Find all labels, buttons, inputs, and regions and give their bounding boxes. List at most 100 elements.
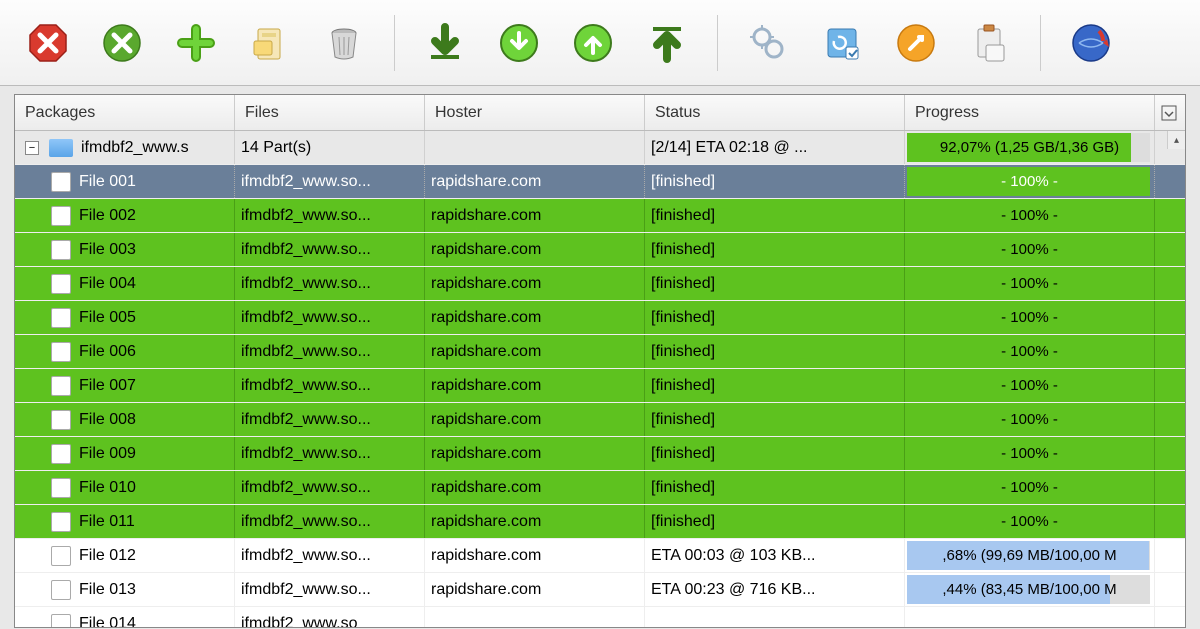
upload-button[interactable] — [639, 15, 695, 71]
scroll-up-button[interactable]: ▴ — [1167, 131, 1185, 149]
file-name: File 001 — [79, 173, 136, 191]
file-row[interactable]: File 004ifmdbf2_www.so...rapidshare.com[… — [15, 267, 1185, 301]
file-icon — [51, 376, 71, 396]
file-hoster: rapidshare.com — [425, 267, 645, 300]
up-circle-button[interactable] — [565, 15, 621, 71]
update-button[interactable] — [1063, 15, 1119, 71]
file-name: File 005 — [79, 309, 136, 327]
downloads-table: Packages Files Hoster Status Progress ▴ … — [14, 94, 1186, 628]
file-hoster: rapidshare.com — [425, 437, 645, 470]
file-name: File 012 — [79, 547, 136, 565]
file-source: ifmdbf2_www.so... — [235, 165, 425, 198]
toolbar-separator — [717, 15, 718, 71]
file-hoster: rapidshare.com — [425, 403, 645, 436]
file-status: [finished] — [645, 335, 905, 368]
file-row[interactable]: File 011 ifmdbf2_www.so...rapidshare.com[… — [15, 505, 1185, 539]
file-row[interactable]: File 003ifmdbf2_www.so...rapidshare.com[… — [15, 233, 1185, 267]
settings-button[interactable] — [740, 15, 796, 71]
reconnect-button[interactable] — [888, 15, 944, 71]
file-name: File 002 — [79, 207, 136, 225]
file-icon — [51, 410, 71, 430]
file-icon — [51, 274, 71, 294]
column-progress[interactable]: Progress — [905, 95, 1155, 130]
stop-remove-button[interactable] — [94, 15, 150, 71]
toolbar-separator — [394, 15, 395, 71]
file-row[interactable]: File 012ifmdbf2_www.so...rapidshare.comE… — [15, 539, 1185, 573]
toolbar-separator — [1040, 15, 1041, 71]
file-icon — [51, 580, 71, 600]
column-packages[interactable]: Packages — [15, 95, 235, 130]
file-row[interactable]: File 005ifmdbf2_www.so...rapidshare.com[… — [15, 301, 1185, 335]
package-progress: 92,07% (1,25 GB/1,36 GB) — [905, 131, 1155, 164]
package-row[interactable]: − ifmdbf2_www.s 14 Part(s) [2/14] ETA 02… — [15, 131, 1185, 165]
stop-button[interactable] — [20, 15, 76, 71]
file-source: ifmdbf2_www.so... — [235, 471, 425, 504]
file-status: [finished] — [645, 301, 905, 334]
file-row[interactable]: File 001ifmdbf2_www.so...rapidshare.com[… — [15, 165, 1185, 199]
file-name: File 003 — [79, 241, 136, 259]
file-name: File 008 — [79, 411, 136, 429]
column-chooser-button[interactable] — [1155, 105, 1183, 121]
file-progress: - 100% - — [905, 267, 1155, 300]
file-row[interactable]: File 002ifmdbf2_www.so...rapidshare.com[… — [15, 199, 1185, 233]
file-hoster: rapidshare.com — [425, 199, 645, 232]
file-hoster: rapidshare.com — [425, 165, 645, 198]
file-row[interactable]: File 009ifmdbf2_www.so...rapidshare.com[… — [15, 437, 1185, 471]
file-icon — [51, 478, 71, 498]
file-progress — [905, 607, 1155, 627]
package-files: 14 Part(s) — [235, 131, 425, 164]
column-files[interactable]: Files — [235, 95, 425, 130]
file-icon — [51, 546, 71, 566]
clipboard-button[interactable] — [962, 15, 1018, 71]
file-source: ifmdbf2_www.so... — [235, 267, 425, 300]
column-hoster[interactable]: Hoster — [425, 95, 645, 130]
refresh-panel-button[interactable] — [814, 15, 870, 71]
file-source: ifmdbf2_www.so... — [235, 539, 425, 572]
down-circle-button[interactable] — [491, 15, 547, 71]
file-hoster: rapidshare.com — [425, 369, 645, 402]
file-hoster — [425, 607, 645, 627]
file-hoster: rapidshare.com — [425, 539, 645, 572]
add-button[interactable] — [168, 15, 224, 71]
file-status: [finished] — [645, 199, 905, 232]
file-name: File 004 — [79, 275, 136, 293]
package-name: ifmdbf2_www.s — [81, 139, 189, 157]
file-progress: - 100% - — [905, 471, 1155, 504]
file-status — [645, 607, 905, 627]
file-row[interactable]: File 006ifmdbf2_www.so...rapidshare.com[… — [15, 335, 1185, 369]
file-hoster: rapidshare.com — [425, 505, 645, 538]
file-row[interactable]: File 014ifmdbf2_www.so — [15, 607, 1185, 627]
file-progress: - 100% - — [905, 335, 1155, 368]
file-icon — [51, 614, 71, 628]
file-name: File 011 — [79, 513, 135, 531]
file-icon — [51, 512, 71, 532]
folder-icon — [49, 139, 73, 157]
file-name: File 006 — [79, 343, 136, 361]
file-hoster: rapidshare.com — [425, 335, 645, 368]
trash-button[interactable] — [316, 15, 372, 71]
file-progress: - 100% - — [905, 403, 1155, 436]
file-name: File 014 — [79, 615, 136, 628]
file-hoster: rapidshare.com — [425, 301, 645, 334]
collapse-icon[interactable]: − — [25, 141, 39, 155]
file-row[interactable]: File 010ifmdbf2_www.so...rapidshare.com[… — [15, 471, 1185, 505]
package-hoster — [425, 131, 645, 164]
column-status[interactable]: Status — [645, 95, 905, 130]
file-source: ifmdbf2_www.so... — [235, 437, 425, 470]
file-hoster: rapidshare.com — [425, 471, 645, 504]
file-row[interactable]: File 007ifmdbf2_www.so...rapidshare.com[… — [15, 369, 1185, 403]
file-status: [finished] — [645, 369, 905, 402]
main-toolbar — [0, 0, 1200, 86]
file-status: [finished] — [645, 505, 905, 538]
file-row[interactable]: File 013ifmdbf2_www.so...rapidshare.comE… — [15, 573, 1185, 607]
file-source: ifmdbf2_www.so... — [235, 505, 425, 538]
download-button[interactable] — [417, 15, 473, 71]
file-progress: - 100% - — [905, 233, 1155, 266]
file-row[interactable]: File 008ifmdbf2_www.so...rapidshare.com[… — [15, 403, 1185, 437]
file-progress: - 100% - — [905, 505, 1155, 538]
table-header: Packages Files Hoster Status Progress — [15, 95, 1185, 131]
file-progress: - 100% - — [905, 165, 1155, 198]
file-name: File 013 — [79, 581, 136, 599]
file-hoster: rapidshare.com — [425, 573, 645, 606]
paste-folder-button[interactable] — [242, 15, 298, 71]
